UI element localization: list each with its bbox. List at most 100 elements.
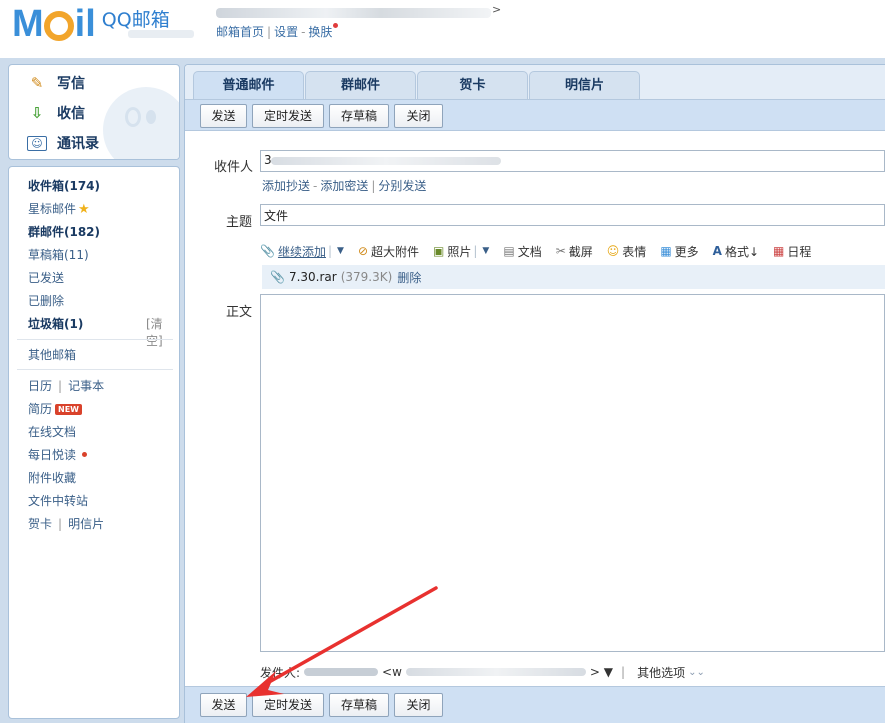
chevron-down-icon[interactable]: ▼ bbox=[337, 246, 344, 256]
screenshot-icon: ✂ bbox=[555, 244, 566, 258]
write-mail-label: 写信 bbox=[57, 76, 85, 92]
add-bcc-link[interactable]: 添加密送 bbox=[320, 179, 368, 193]
pencil-icon: ✎ bbox=[30, 74, 44, 92]
clear-spam-link[interactable]: [清空] bbox=[146, 315, 179, 349]
continue-add-button[interactable]: 📎 继续添加 | ▼ bbox=[260, 243, 344, 260]
link-postcards[interactable]: 明信片 bbox=[68, 517, 104, 531]
resume-label: 简历 bbox=[28, 402, 53, 416]
more-label: 更多 bbox=[674, 244, 699, 259]
folder-deleted[interactable]: 已删除 bbox=[28, 292, 64, 309]
daily-label: 每日悦读 bbox=[28, 448, 77, 462]
continue-add-label: 继续添加 bbox=[277, 244, 326, 259]
chevron-down-icon[interactable]: ▼ bbox=[482, 246, 489, 256]
folder-drafts[interactable]: 草稿箱(11) bbox=[28, 246, 89, 263]
attachment-delete-link[interactable]: 删除 bbox=[397, 269, 421, 286]
contacts-button[interactable]: ☺ 通讯录 bbox=[27, 133, 99, 153]
inbox-download-icon: ⇩ bbox=[30, 104, 44, 122]
screenshot-label: 截屏 bbox=[568, 244, 593, 259]
link-greeting-cards[interactable]: 贺卡 bbox=[28, 517, 52, 531]
folder-spam[interactable]: 垃圾箱(1) bbox=[28, 315, 83, 332]
logo-brand-text: QQ邮箱 bbox=[101, 8, 170, 31]
close-button[interactable]: 关闭 bbox=[394, 104, 443, 128]
contacts-label: 通讯录 bbox=[57, 136, 99, 152]
tab-postcard[interactable]: 明信片 bbox=[529, 71, 640, 100]
scheduled-send-button[interactable]: 定时发送 bbox=[252, 104, 324, 128]
folder-sent[interactable]: 已发送 bbox=[28, 269, 64, 286]
link-notes[interactable]: 记事本 bbox=[68, 379, 104, 393]
sender-dropdown[interactable]: > ▼ bbox=[590, 665, 613, 679]
large-attachment-icon: ⊘ bbox=[357, 244, 368, 258]
tab-greeting-card[interactable]: 贺卡 bbox=[417, 71, 528, 100]
attachment-name[interactable]: 7.30.rar bbox=[289, 270, 337, 284]
link-mail-home[interactable]: 邮箱首页 bbox=[216, 25, 264, 39]
recipient-blur bbox=[271, 157, 501, 165]
link-calendar[interactable]: 日历 bbox=[28, 379, 52, 393]
receive-mail-label: 收信 bbox=[57, 106, 85, 122]
add-cc-link[interactable]: 添加抄送 bbox=[262, 179, 310, 193]
format-label: 格式↓ bbox=[724, 244, 760, 259]
receive-mail-button[interactable]: ⇩ 收信 bbox=[27, 103, 85, 123]
more-button[interactable]: ▦ 更多 bbox=[660, 243, 698, 260]
scheduled-send-button-bottom[interactable]: 定时发送 bbox=[252, 693, 324, 717]
write-mail-button[interactable]: ✎ 写信 bbox=[27, 73, 85, 93]
close-button-bottom[interactable]: 关闭 bbox=[394, 693, 443, 717]
subject-field[interactable]: 文件 bbox=[260, 204, 885, 226]
folder-other-mailboxes[interactable]: 其他邮箱 bbox=[28, 346, 76, 363]
link-daily-reading[interactable]: 每日悦读 bbox=[28, 446, 88, 463]
cc-links: 添加抄送 - 添加密送 | 分别发送 bbox=[262, 179, 427, 193]
folder-starred[interactable]: 星标邮件 ★ bbox=[28, 200, 90, 217]
folder-group-mail[interactable]: 群邮件(182) bbox=[28, 223, 100, 240]
message-body-editor[interactable] bbox=[260, 294, 885, 652]
bottom-toolbar: 发送 定时发送 存草稿 关闭 bbox=[185, 686, 885, 723]
divider bbox=[17, 369, 173, 370]
recipient-label: 收件人 bbox=[214, 160, 254, 175]
link-file-transfer[interactable]: 文件中转站 bbox=[28, 492, 88, 509]
other-options-toggle[interactable]: 其他选项 bbox=[637, 664, 685, 681]
emoji-button[interactable]: ☺ 表情 bbox=[607, 243, 647, 260]
link-settings[interactable]: 设置 bbox=[274, 25, 298, 39]
body-label: 正文 bbox=[226, 305, 253, 320]
account-caret[interactable]: > bbox=[492, 3, 501, 16]
sender-address-start: <w bbox=[382, 665, 402, 679]
unread-dot bbox=[82, 452, 88, 457]
separate-send-link[interactable]: 分别发送 bbox=[378, 179, 426, 193]
subject-value: 文件 bbox=[264, 209, 289, 223]
header-links: 邮箱首页 | 设置 - 换肤 bbox=[216, 23, 339, 40]
save-draft-button-bottom[interactable]: 存草稿 bbox=[329, 693, 389, 717]
link-online-docs[interactable]: 在线文档 bbox=[28, 423, 76, 440]
attachment-toolbar: 📎 继续添加 | ▼ ⊘ 超大附件 ▣ 照片 | ▼ ▤ 文档 ✂ 截屏 ☺ 表情 ▦ 更多 A 格式↓… bbox=[260, 241, 885, 261]
recipient-field[interactable]: 3 bbox=[260, 150, 885, 172]
calendar-notes-row: 日历 | 记事本 bbox=[28, 379, 105, 393]
photo-button[interactable]: ▣ 照片 | ▼ bbox=[433, 243, 489, 260]
new-badge: NEW bbox=[55, 404, 82, 415]
format-text-icon: A bbox=[712, 244, 722, 258]
subject-label: 主题 bbox=[226, 215, 253, 230]
link-resume[interactable]: 简历 NEW bbox=[28, 400, 82, 417]
logo-o-ring bbox=[43, 11, 74, 41]
photo-label: 照片 bbox=[447, 244, 472, 259]
qq-mail-logo[interactable]: M il QQ邮箱 bbox=[12, 2, 170, 45]
account-name-blur bbox=[216, 8, 491, 18]
send-button[interactable]: 发送 bbox=[200, 104, 247, 128]
send-button-bottom[interactable]: 发送 bbox=[200, 693, 247, 717]
document-label: 文档 bbox=[517, 244, 542, 259]
schedule-button[interactable]: ▦ 日程 bbox=[773, 243, 811, 260]
format-button[interactable]: A 格式↓ bbox=[713, 243, 759, 260]
document-icon: ▤ bbox=[503, 244, 515, 258]
tab-group-mail[interactable]: 群邮件 bbox=[305, 71, 416, 100]
smiley-icon: ☺ bbox=[606, 244, 620, 258]
link-skin[interactable]: 换肤 bbox=[308, 25, 332, 39]
folder-inbox[interactable]: 收件箱(174) bbox=[28, 177, 100, 194]
penguin-watermark bbox=[103, 87, 179, 159]
logo-letter-m: M bbox=[12, 2, 44, 45]
double-chevron-down-icon: ⌄⌄ bbox=[688, 666, 705, 678]
large-attachment-button[interactable]: ⊘ 超大附件 bbox=[358, 243, 419, 260]
link-attachment-collection[interactable]: 附件收藏 bbox=[28, 469, 76, 486]
save-draft-button[interactable]: 存草稿 bbox=[329, 104, 389, 128]
document-button[interactable]: ▤ 文档 bbox=[503, 243, 541, 260]
screenshot-button[interactable]: ✂ 截屏 bbox=[556, 243, 593, 260]
tab-normal-mail[interactable]: 普通邮件 bbox=[193, 71, 304, 100]
paperclip-icon: 📎 bbox=[260, 244, 275, 258]
folder-starred-label: 星标邮件 bbox=[28, 202, 77, 216]
logo-letters-il: il bbox=[74, 2, 96, 45]
